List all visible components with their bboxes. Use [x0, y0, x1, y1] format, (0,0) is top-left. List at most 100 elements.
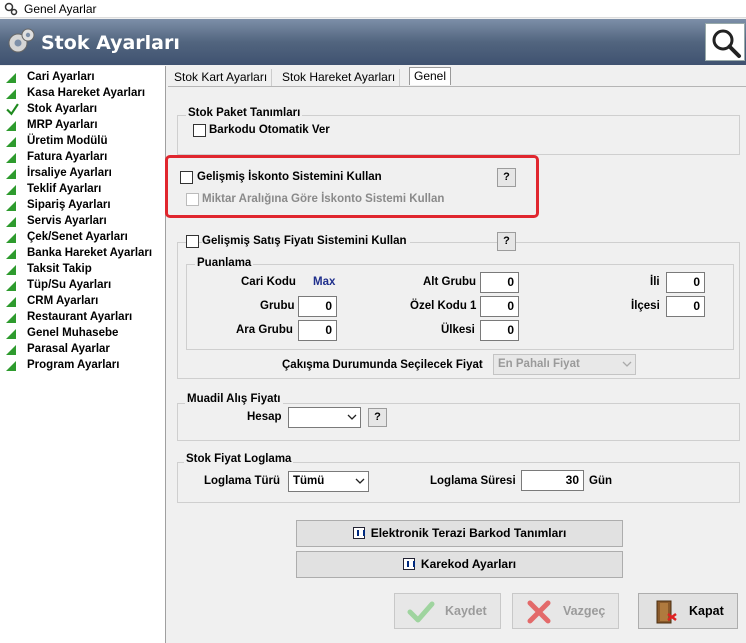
magnifier-icon — [712, 29, 741, 58]
ilcesi-label: İlçesi — [631, 300, 660, 312]
annotation-highlight — [165, 155, 539, 218]
grubu-label: Grubu — [260, 300, 295, 312]
sidebar-item-label: Tüp/Su Ayarları — [27, 279, 112, 291]
alt-grubu-input[interactable]: 0 — [480, 272, 519, 293]
tab-stok-hareket-ayarlari[interactable]: Stok Hareket Ayarları — [278, 69, 401, 87]
sidebar-item-label: Taksit Takip — [27, 263, 92, 275]
door-exit-icon — [656, 600, 677, 624]
ara-grubu-input[interactable]: 0 — [298, 320, 337, 341]
green-triangle-icon — [6, 249, 16, 259]
chevron-down-icon — [622, 361, 632, 367]
chevron-down-icon — [355, 478, 365, 484]
grubu-input[interactable]: 0 — [298, 296, 337, 317]
green-triangle-icon — [6, 169, 16, 179]
stok-paket-title: Stok Paket Tanımları — [186, 107, 303, 119]
loglama-turu-label: Loglama Türü — [204, 475, 281, 487]
green-triangle-icon — [6, 121, 16, 131]
terazi-barkod-button[interactable]: Elektronik Terazi Barkod Tanımları — [296, 520, 623, 547]
ozel-kodu-label: Özel Kodu 1 — [410, 300, 477, 312]
hesap-select[interactable] — [288, 407, 361, 428]
window-title: Genel Ayarlar — [24, 2, 97, 16]
ulkesi-label: Ülkesi — [441, 324, 475, 336]
sidebar-item-label: Program Ayarları — [27, 359, 120, 371]
satis-fiyati-help-button[interactable]: ? — [497, 232, 516, 251]
window-titlebar: Genel Ayarlar — [0, 0, 746, 18]
kapat-button[interactable]: Kapat — [638, 593, 738, 629]
kaydet-label: Kaydet — [445, 604, 487, 618]
cakisma-select-value: En Pahalı Fiyat — [498, 358, 580, 370]
sidebar-item-label: Üretim Modülü — [27, 135, 108, 147]
green-triangle-icon — [6, 281, 16, 291]
sidebar-item-label: Cari Ayarları — [27, 71, 95, 83]
loglama-turu-select[interactable]: Tümü — [288, 471, 369, 492]
barkod-checkbox[interactable] — [193, 124, 206, 137]
x-icon — [527, 600, 551, 624]
pause-icon — [402, 558, 415, 570]
barkod-label: Barkodu Otomatik Ver — [209, 124, 330, 136]
tab-genel[interactable]: Genel — [409, 67, 452, 85]
sidebar-item-label: Restaurant Ayarları — [27, 311, 133, 323]
green-triangle-icon — [6, 137, 16, 147]
kapat-label: Kapat — [689, 604, 724, 618]
green-triangle-icon — [6, 265, 16, 275]
green-triangle-icon — [6, 329, 16, 339]
hesap-help-button[interactable]: ? — [368, 408, 387, 427]
sidebar-item-label: Fatura Ayarları — [27, 151, 108, 163]
satis-fiyati-checkbox[interactable] — [186, 235, 199, 248]
green-triangle-icon — [6, 217, 16, 227]
green-triangle-icon — [6, 89, 16, 99]
green-triangle-icon — [6, 73, 16, 83]
checkmark-icon — [6, 103, 19, 116]
ozel-kodu-input[interactable]: 0 — [480, 296, 519, 317]
vazgec-label: Vazgeç — [563, 604, 606, 618]
ili-label: İli — [650, 276, 660, 288]
sidebar-item-label: Kasa Hareket Ayarları — [27, 87, 146, 99]
cakisma-label: Çakışma Durumunda Seçilecek Fiyat — [282, 359, 483, 371]
tab-bar: Stok Kart Ayarları Stok Hareket Ayarları… — [168, 67, 746, 87]
cakisma-select[interactable]: En Pahalı Fiyat — [493, 354, 636, 375]
vazgec-button[interactable]: Vazgeç — [512, 593, 619, 629]
sidebar-item-label: Sipariş Ayarları — [27, 199, 111, 211]
cari-kodu-label: Cari Kodu — [241, 276, 296, 288]
sidebar-item-label: Stok Ayarları — [27, 103, 98, 115]
checkmark-icon — [407, 601, 435, 623]
green-triangle-icon — [6, 361, 16, 371]
sidebar-item-label: İrsaliye Ayarları — [27, 167, 112, 179]
sidebar-item-label: Çek/Senet Ayarları — [27, 231, 128, 243]
tab-stok-kart-ayarlari[interactable]: Stok Kart Ayarları — [170, 69, 273, 87]
ulkesi-input[interactable]: 0 — [480, 320, 519, 341]
search-button[interactable] — [705, 23, 745, 61]
ilcesi-input[interactable]: 0 — [666, 296, 705, 317]
green-triangle-icon — [6, 297, 16, 307]
karekod-button[interactable]: Karekod Ayarları — [296, 551, 623, 578]
settings-sidebar: Cari Ayarları Kasa Hareket Ayarları Stok A… — [0, 66, 166, 643]
kaydet-button[interactable]: Kaydet — [394, 593, 501, 629]
alt-grubu-label: Alt Grubu — [423, 276, 477, 288]
green-triangle-icon — [6, 233, 16, 243]
green-triangle-icon — [6, 153, 16, 163]
chevron-down-icon — [347, 414, 357, 420]
gun-label: Gün — [589, 475, 612, 487]
sidebar-item-label: CRM Ayarları — [27, 295, 99, 307]
sidebar-item-label: Banka Hareket Ayarları — [27, 247, 153, 259]
terazi-barkod-label: Elektronik Terazi Barkod Tanımları — [370, 526, 567, 540]
green-triangle-icon — [6, 345, 16, 355]
loglama-suresi-input[interactable]: 30 — [521, 470, 584, 491]
page-title: Stok Ayarları — [41, 32, 180, 54]
green-triangle-icon — [6, 313, 16, 323]
ili-input[interactable]: 0 — [666, 272, 705, 293]
green-triangle-icon — [6, 201, 16, 211]
app-icon — [4, 2, 18, 16]
sidebar-item-label: Teklif Ayarları — [27, 183, 102, 195]
hesap-label: Hesap — [247, 411, 282, 423]
karekod-label: Karekod Ayarları — [420, 557, 517, 571]
loglama-turu-value: Tümü — [293, 475, 325, 487]
sidebar-item-label: Genel Muhasebe — [27, 327, 119, 339]
ara-grubu-label: Ara Grubu — [236, 324, 293, 336]
cari-kodu-value: Max — [313, 276, 336, 288]
loglama-title: Stok Fiyat Loglama — [184, 453, 294, 465]
page-header: Stok Ayarları — [0, 19, 746, 65]
puanlama-title: Puanlama — [195, 257, 254, 269]
satis-fiyati-label: Gelişmiş Satış Fiyatı Sistemini Kullan — [202, 235, 410, 247]
sidebar-item-label: Servis Ayarları — [27, 215, 107, 227]
